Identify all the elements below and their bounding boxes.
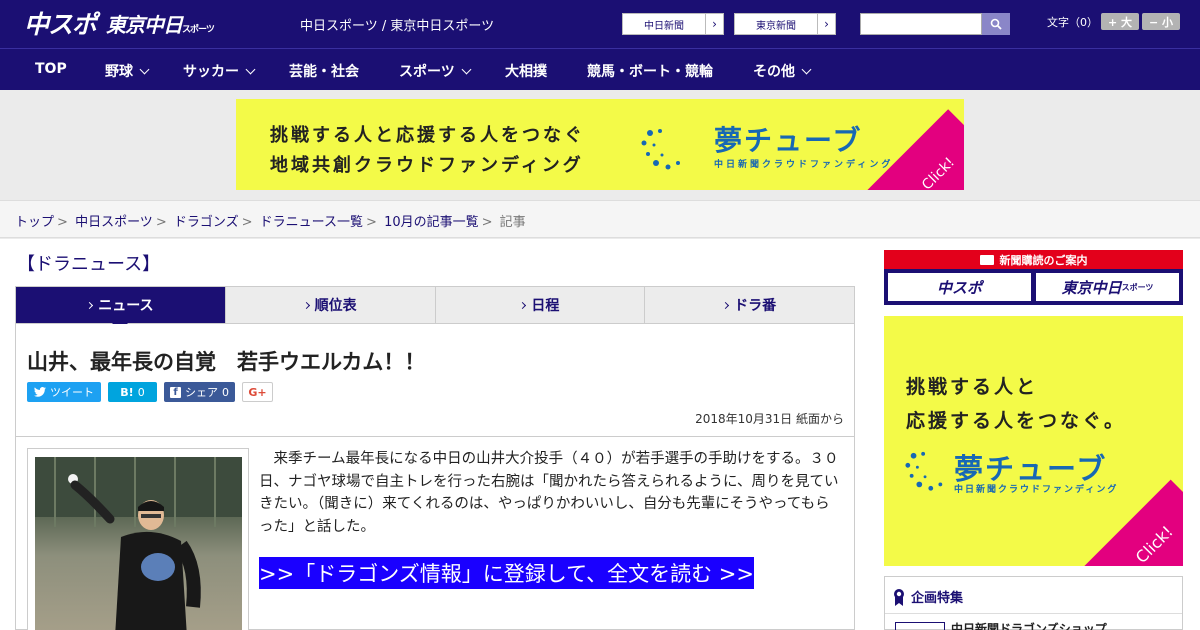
font-smaller-button[interactable]: − 小 (1142, 13, 1180, 30)
dragons-shop-thumbnail[interactable] (895, 622, 945, 630)
dots-logo-icon (905, 451, 943, 491)
font-larger-button[interactable]: + 大 (1101, 13, 1139, 30)
feature-box: 企画特集 中日新聞ドラゴンズショップ (884, 576, 1183, 630)
hatena-bookmark-button[interactable]: B! 0 (108, 382, 157, 402)
crowdfunding-banner-ad[interactable]: 挑戦する人と応援する人をつなぐ 地域共創クラウドファンディング 夢チューブ 中日… (236, 99, 964, 190)
breadcrumb-dra-news-list[interactable]: ドラニュース一覧 (260, 215, 363, 230)
chevron-down-icon (801, 64, 812, 74)
chevron-right-icon (722, 301, 730, 309)
news-tabs: ニュース 順位表 日程 ドラ番 (15, 286, 855, 331)
twitter-icon (34, 387, 46, 397)
tab-news[interactable]: ニュース (16, 287, 226, 331)
nav-entertainment[interactable]: 芸能・社会 (289, 61, 359, 81)
breadcrumb: トップ > 中日スポーツ > ドラゴンズ > ドラニュース一覧 > 10月の記事一覧 > … (0, 200, 1200, 238)
chevron-right-icon (302, 301, 310, 309)
tweet-button[interactable]: ツイート (27, 382, 101, 402)
main-nav: TOP 野球 サッカー 芸能・社会 スポーツ 大相撲 競馬・ボート・競輪 その他 (0, 48, 1200, 90)
top-header: 中スポ 東京中日スポーツ 中日スポーツ / 東京中日スポーツ 中日新聞 › 東京… (0, 0, 1200, 48)
nav-other[interactable]: その他 (753, 61, 812, 81)
breadcrumb-top[interactable]: トップ (15, 215, 54, 230)
chunichi-shimbun-link[interactable]: 中日新聞 › (622, 13, 724, 35)
chevron-down-icon (139, 64, 150, 74)
breadcrumb-chunichi-sports[interactable]: 中日スポーツ (75, 215, 153, 230)
article-date: 2018年10月31日 紙面から (695, 412, 844, 426)
pitcher-illustration (35, 457, 242, 630)
feature-item-dragons-shop[interactable]: 中日新聞ドラゴンズショップ (951, 620, 1107, 630)
logo-tokyo-chunichi: 東京中日スポーツ (106, 12, 215, 37)
article-headline: 山井、最年長の自覚 若手ウエルカム！！ (27, 350, 426, 374)
article-body: 来季チーム最年長になる中日の山井大介投手（４０）が若手選手の手助けをする。３０日… (259, 451, 839, 535)
chevron-right-icon (519, 301, 527, 309)
nav-sports[interactable]: スポーツ (399, 61, 472, 81)
facebook-icon: f (170, 386, 181, 398)
crowdfunding-sidebar-ad[interactable]: 挑戦する人と 応援する人をつなぐ。 夢チューブ 中日新聞クラウドファンディング … (884, 316, 1183, 566)
nav-sumo[interactable]: 大相撲 (505, 61, 547, 81)
search-button[interactable] (982, 13, 1010, 35)
site-name: 中日スポーツ / 東京中日スポーツ (300, 19, 495, 34)
subscribe-chuspo-button[interactable]: 中スポ (888, 273, 1031, 301)
google-plus-button[interactable]: G+ (242, 382, 273, 402)
subscribe-tokyo-chunichi-button[interactable]: 東京中日 スポーツ (1036, 273, 1179, 301)
chevron-right-icon: › (705, 14, 723, 34)
breadcrumb-october-list[interactable]: 10月の記事一覧 (384, 215, 479, 230)
breadcrumb-dragons[interactable]: ドラゴンズ (174, 215, 239, 230)
nav-top[interactable]: TOP (35, 61, 67, 77)
tab-draban[interactable]: ドラ番 (645, 287, 854, 323)
dots-logo-icon (641, 129, 680, 170)
article: 山井、最年長の自覚 若手ウエルカム！！ ツイート B! 0 f シェア 0 G+… (15, 324, 855, 630)
logo-chuspo: 中スポ (24, 10, 97, 39)
section-title: 【ドラニュース】 (17, 254, 161, 275)
click-ribbon (863, 109, 964, 190)
subscription-box: 新聞購読のご案内 中スポ 東京中日 スポーツ (884, 250, 1183, 305)
divider (16, 436, 854, 437)
nav-soccer[interactable]: サッカー (183, 61, 256, 81)
subscription-header: 新聞購読のご案内 (884, 250, 1183, 269)
pitcher-photo-image (35, 457, 242, 630)
tab-standings[interactable]: 順位表 (225, 287, 436, 323)
chevron-down-icon (461, 64, 472, 74)
divider (885, 613, 1182, 614)
hatena-icon: B! (120, 385, 134, 399)
register-read-more-link[interactable]: >>「ドラゴンズ情報」に登録して、全文を読む >> (259, 557, 754, 589)
tokyo-shimbun-link[interactable]: 東京新聞 › (734, 13, 836, 35)
font-size-label: 文字（0） (1047, 16, 1098, 29)
feature-header: 企画特集 (893, 587, 963, 606)
facebook-share-button[interactable]: f シェア 0 (164, 382, 235, 402)
tab-schedule[interactable]: 日程 (435, 287, 646, 323)
chevron-right-icon: › (817, 14, 835, 34)
search-input[interactable] (860, 13, 982, 35)
search-icon (990, 18, 1002, 30)
chevron-right-icon (86, 301, 94, 309)
breadcrumb-current: 記事 (499, 215, 526, 230)
newspaper-icon (979, 254, 994, 265)
site-logo[interactable]: 中スポ 東京中日スポーツ (24, 6, 215, 40)
nav-baseball[interactable]: 野球 (105, 61, 150, 81)
nav-racing[interactable]: 競馬・ボート・競輪 (587, 61, 713, 81)
ribbon-icon (894, 588, 904, 606)
google-plus-icon: G+ (248, 385, 267, 399)
article-photo[interactable] (27, 448, 249, 630)
chevron-down-icon (245, 64, 256, 74)
